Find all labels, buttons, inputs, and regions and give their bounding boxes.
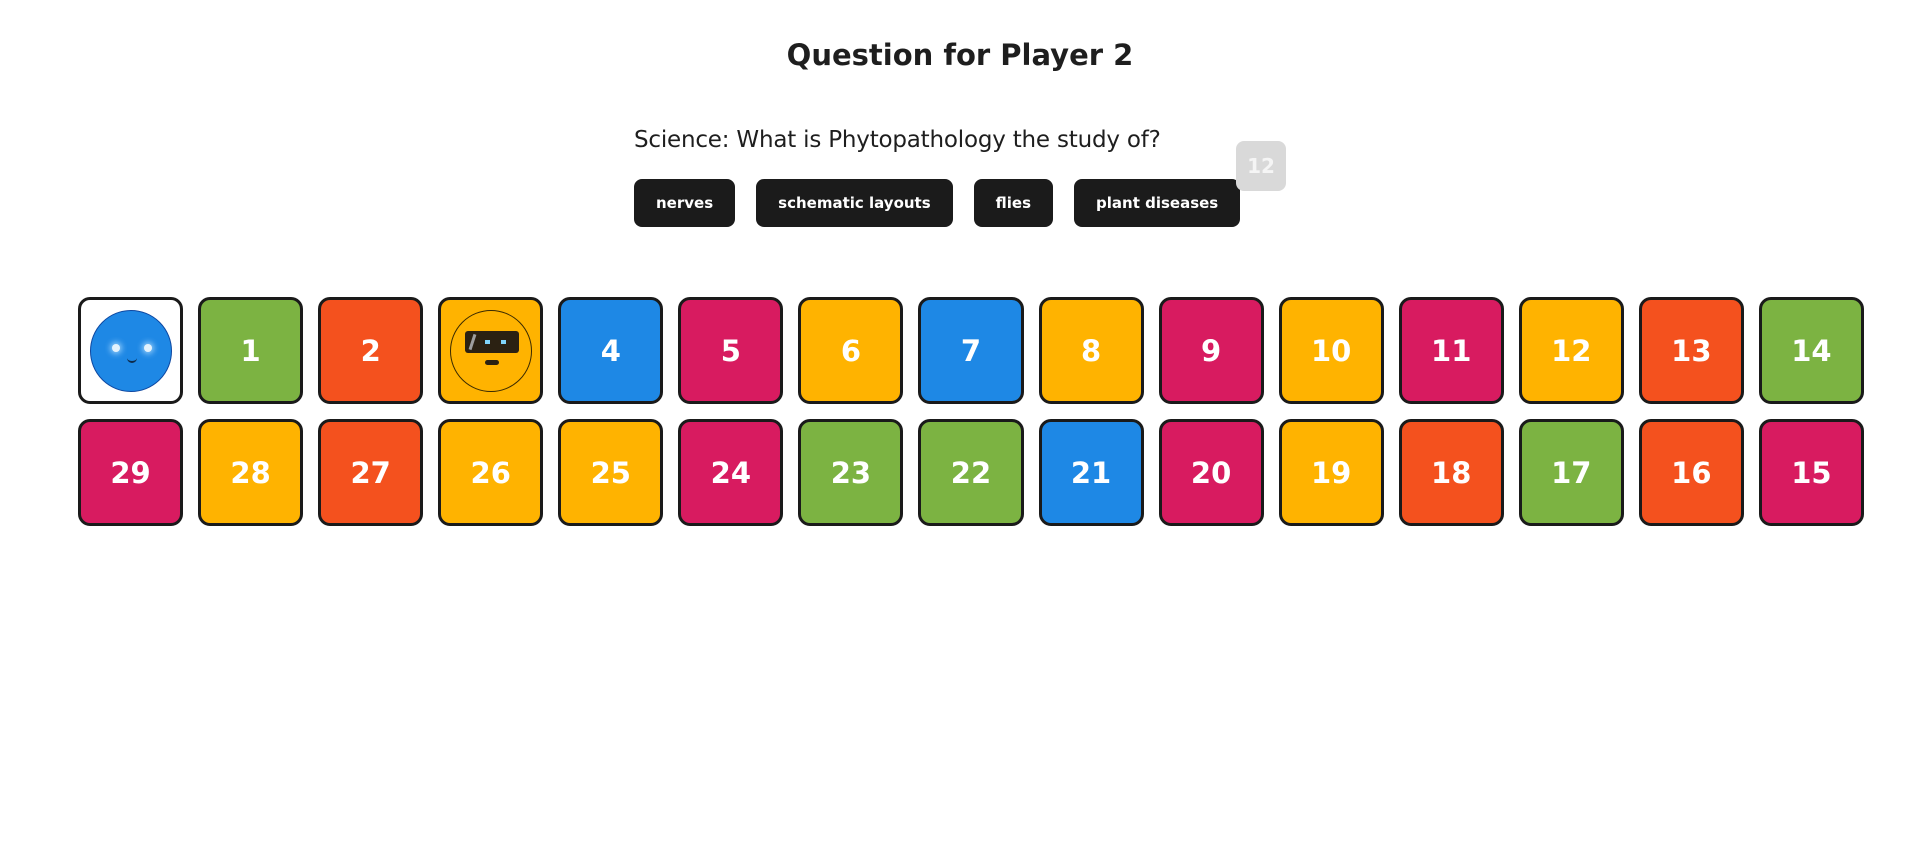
board-tile-10: 10 bbox=[1278, 297, 1384, 404]
board-tile-12: 12 bbox=[1518, 297, 1624, 404]
board-tile-29: 29 bbox=[78, 419, 184, 526]
page-title: Question for Player 2 bbox=[786, 38, 1134, 72]
answer-options: nerves schematic layouts flies plant dis… bbox=[634, 179, 1241, 227]
board-tile-3 bbox=[438, 297, 544, 404]
board-tile-2: 2 bbox=[318, 297, 424, 404]
board-tile-7: 7 bbox=[918, 297, 1024, 404]
board-tile-16: 16 bbox=[1638, 419, 1744, 526]
answer-button-plant-diseases[interactable]: plant diseases bbox=[1074, 179, 1241, 227]
player-token-robot-icon bbox=[449, 309, 532, 392]
board-tile-14: 14 bbox=[1758, 297, 1864, 404]
board-tile-24: 24 bbox=[678, 419, 784, 526]
board-tile-19: 19 bbox=[1278, 419, 1384, 526]
board-tile-9: 9 bbox=[1158, 297, 1264, 404]
board-tile-23: 23 bbox=[798, 419, 904, 526]
board-tile-20: 20 bbox=[1158, 419, 1264, 526]
board-tile-25: 25 bbox=[558, 419, 664, 526]
answer-button-schematic-layouts[interactable]: schematic layouts bbox=[756, 179, 953, 227]
answer-button-nerves[interactable]: nerves bbox=[634, 179, 736, 227]
board-tile-28: 28 bbox=[198, 419, 304, 526]
board-tile-17: 17 bbox=[1518, 419, 1624, 526]
board-tile-6: 6 bbox=[798, 297, 904, 404]
board-row-bottom: 29 28 27 26 25 24 23 22 21 20 19 18 17 16 15 bbox=[78, 419, 1864, 526]
board-tile-22: 22 bbox=[918, 419, 1024, 526]
board-tile-5: 5 bbox=[678, 297, 784, 404]
board-tile-21: 21 bbox=[1038, 419, 1144, 526]
game-board: 1 2 4 5 6 7 8 9 10 11 12 13 14 29 28 27 26 25 24 23 22 21 20 1… bbox=[78, 297, 1864, 541]
board-tile-13: 13 bbox=[1638, 297, 1744, 404]
board-tile-start bbox=[78, 297, 184, 404]
question-text: Science: What is Phytopathology the stud… bbox=[634, 127, 1161, 153]
board-tile-27: 27 bbox=[318, 419, 424, 526]
player-token-blue-smiley-icon bbox=[89, 309, 172, 392]
board-tile-8: 8 bbox=[1038, 297, 1144, 404]
board-tile-26: 26 bbox=[438, 419, 544, 526]
board-tile-11: 11 bbox=[1398, 297, 1504, 404]
board-row-top: 1 2 4 5 6 7 8 9 10 11 12 13 14 bbox=[78, 297, 1864, 404]
board-tile-18: 18 bbox=[1398, 419, 1504, 526]
question-panel: Science: What is Phytopathology the stud… bbox=[634, 127, 1294, 227]
countdown-timer: 12 bbox=[1236, 141, 1286, 191]
board-tile-15: 15 bbox=[1758, 419, 1864, 526]
answer-button-flies[interactable]: flies bbox=[973, 179, 1054, 227]
board-tile-1: 1 bbox=[198, 297, 304, 404]
board-tile-4: 4 bbox=[558, 297, 664, 404]
